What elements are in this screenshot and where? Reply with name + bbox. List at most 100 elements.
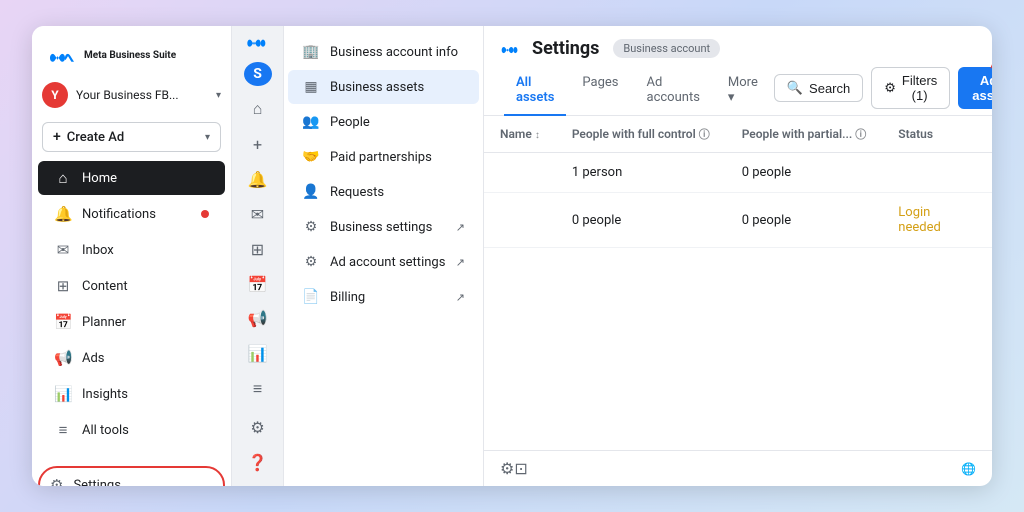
row-full-control: 0 people xyxy=(556,193,726,248)
sidebar-item-notifications[interactable]: 🔔 Notifications xyxy=(38,197,225,231)
strip-calendar-icon[interactable]: 📅 xyxy=(240,269,276,300)
meta-logo-icon xyxy=(48,46,76,64)
sidebar-logo: Meta Business Suite xyxy=(32,38,231,76)
col-partial-control-label: People with partial... xyxy=(742,127,853,141)
main-content: Settings Business account All assets Pag… xyxy=(484,26,992,486)
settings-item[interactable]: ⚙ Settings xyxy=(38,466,225,486)
meta-strip-logo-icon xyxy=(246,34,270,50)
strip-plus-icon[interactable]: + xyxy=(240,129,276,160)
dropdown-business-assets[interactable]: ▦ Business assets xyxy=(288,70,479,104)
sidebar-item-label: Inbox xyxy=(82,243,114,258)
search-button[interactable]: 🔍 Search xyxy=(774,74,863,102)
bottom-bar: ⚙ ⊡ 🌐 xyxy=(484,450,992,486)
strip-content-icon[interactable]: ⊞ xyxy=(240,234,276,265)
settings-gear-icon: ⚙ xyxy=(50,476,63,486)
strip-tools-icon[interactable]: ≡ xyxy=(240,373,276,404)
dropdown-item-label: Business assets xyxy=(330,80,424,95)
dropdown-item-label: People xyxy=(330,115,370,130)
info-icon[interactable]: ⓘ xyxy=(855,128,866,141)
bell-icon: 🔔 xyxy=(54,205,72,223)
dropdown-business-settings[interactable]: ⚙ Business settings ↗ xyxy=(288,210,479,244)
strip-home-icon[interactable]: ⌂ xyxy=(240,94,276,125)
strip-inbox-icon[interactable]: ✉ xyxy=(240,199,276,230)
page-title: Settings xyxy=(532,38,599,59)
home-icon: ⌂ xyxy=(54,169,72,187)
sidebar-item-inbox[interactable]: ✉ Inbox xyxy=(38,233,225,267)
row-partial-control: 0 people xyxy=(726,153,883,193)
table-row: 1 person 0 people xyxy=(484,153,992,193)
brand-name: Meta Business Suite xyxy=(84,50,176,61)
tab-bar: All assets Pages Ad accounts More ▾ 🔍 Se… xyxy=(484,67,992,116)
handshake-icon: 🤝 xyxy=(302,149,320,165)
create-ad-button[interactable]: + Create Ad ▾ xyxy=(42,122,221,152)
content-icon: ⊞ xyxy=(54,277,72,295)
sidebar-item-label: Ads xyxy=(82,351,105,366)
insights-icon: 📊 xyxy=(54,385,72,403)
sidebar-item-all-tools[interactable]: ≡ All tools xyxy=(38,413,225,447)
tab-more[interactable]: More ▾ xyxy=(716,67,770,116)
ads-icon: 📢 xyxy=(54,349,72,367)
icon-strip: S ⌂ + 🔔 ✉ ⊞ 📅 📢 📊 ≡ ⚙ ❓ xyxy=(232,26,284,486)
external-link-icon: ↗ xyxy=(456,221,465,234)
info-icon[interactable]: ⓘ xyxy=(699,128,710,141)
filter-icon: ⚙ xyxy=(884,80,896,96)
tools-icon: ≡ xyxy=(54,421,72,439)
dropdown-item-label: Ad account settings xyxy=(330,255,445,270)
sidebar-item-label: Insights xyxy=(82,387,128,402)
external-link-icon: ↗ xyxy=(456,256,465,269)
dropdown-item-label: Business account info xyxy=(330,45,458,60)
expand-icon[interactable]: ⊡ xyxy=(514,459,527,478)
left-sidebar: Meta Business Suite Y Your Business FB..… xyxy=(32,26,232,486)
strip-ads-icon[interactable]: 📢 xyxy=(240,303,276,334)
inbox-icon: ✉ xyxy=(54,241,72,259)
sidebar-item-label: All tools xyxy=(82,423,129,438)
col-name[interactable]: Name ↕ xyxy=(484,116,556,153)
search-label: Search xyxy=(809,81,850,96)
dropdown-business-account-info[interactable]: 🏢 Business account info xyxy=(288,35,479,69)
add-assets-button[interactable]: Add assets xyxy=(958,67,992,109)
strip-insights-icon[interactable]: 📊 xyxy=(240,338,276,369)
row-status xyxy=(882,153,992,193)
tab-ad-accounts[interactable]: Ad accounts xyxy=(635,67,712,116)
tab-actions: 🔍 Search ⚙ Filters (1) Add assets xyxy=(774,67,992,115)
dropdown-item-label: Paid partnerships xyxy=(330,150,432,165)
gear-icon: ⚙ xyxy=(302,219,320,235)
strip-s-icon[interactable]: S xyxy=(244,62,272,86)
dropdown-requests[interactable]: 👤 Requests xyxy=(288,175,479,209)
bottom-settings-icon[interactable]: ⚙ xyxy=(500,459,514,478)
dropdown-item-label: Business settings xyxy=(330,220,432,235)
people-icon: 👥 xyxy=(302,114,320,130)
sidebar-item-planner[interactable]: 📅 Planner xyxy=(38,305,225,339)
sidebar-item-label: Content xyxy=(82,279,128,294)
strip-settings-icon[interactable]: ⚙ xyxy=(240,412,276,443)
avatar: Y xyxy=(42,82,68,108)
chevron-down-icon: ▾ xyxy=(216,90,221,101)
business-account-badge: Business account xyxy=(613,39,720,58)
filters-button[interactable]: ⚙ Filters (1) xyxy=(871,67,950,109)
tab-all-assets[interactable]: All assets xyxy=(504,67,566,116)
row-full-control: 1 person xyxy=(556,153,726,193)
meta-content-logo-icon xyxy=(500,42,522,56)
user-row[interactable]: Y Your Business FB... ▾ xyxy=(32,76,231,114)
dropdown-billing[interactable]: 📄 Billing ↗ xyxy=(288,280,479,314)
row-name xyxy=(484,193,556,248)
strip-bell-icon[interactable]: 🔔 xyxy=(240,164,276,195)
planner-icon: 📅 xyxy=(54,313,72,331)
sidebar-item-content[interactable]: ⊞ Content xyxy=(38,269,225,303)
login-needed-badge: Login needed xyxy=(898,205,941,235)
filters-label: Filters (1) xyxy=(902,73,937,103)
create-ad-chevron-icon: ▾ xyxy=(205,132,210,143)
sidebar-item-ads[interactable]: 📢 Ads xyxy=(38,341,225,375)
strip-help-icon[interactable]: ❓ xyxy=(240,447,276,478)
tab-pages[interactable]: Pages xyxy=(570,67,630,116)
sidebar-item-insights[interactable]: 📊 Insights xyxy=(38,377,225,411)
globe-icon: 🌐 xyxy=(961,462,976,476)
user-name: Your Business FB... xyxy=(76,88,208,102)
sidebar-item-home[interactable]: ⌂ Home xyxy=(38,161,225,195)
row-partial-control: 0 people xyxy=(726,193,883,248)
dropdown-people[interactable]: 👥 People xyxy=(288,105,479,139)
search-icon: 🔍 xyxy=(787,80,803,96)
dropdown-paid-partnerships[interactable]: 🤝 Paid partnerships xyxy=(288,140,479,174)
col-partial-control: People with partial... ⓘ xyxy=(726,116,883,153)
dropdown-ad-account-settings[interactable]: ⚙ Ad account settings ↗ xyxy=(288,245,479,279)
